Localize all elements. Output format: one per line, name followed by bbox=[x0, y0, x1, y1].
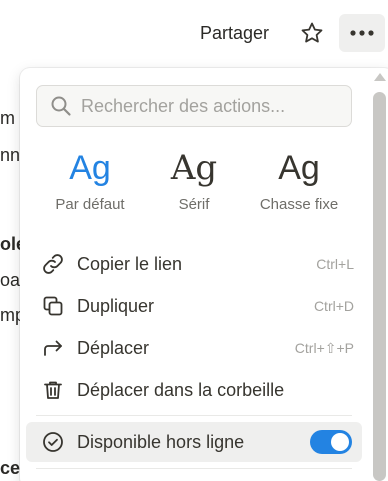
top-bar: Partager bbox=[0, 14, 388, 52]
toggle-knob bbox=[331, 433, 349, 451]
doc-text-line: m bbox=[0, 108, 15, 128]
doc-text-line: ce bbox=[0, 458, 21, 478]
more-horizontal-icon bbox=[350, 30, 374, 36]
move-to-trash-item[interactable]: Déplacer dans la corbeille bbox=[26, 370, 362, 410]
offline-available-label: Disponible hors ligne bbox=[77, 431, 245, 452]
move-to-trash-label: Déplacer dans la corbeille bbox=[77, 379, 285, 400]
duplicate-shortcut: Ctrl+D bbox=[313, 298, 354, 314]
copy-link-label: Copier le lien bbox=[77, 253, 183, 274]
menu-scrollbar-thumb[interactable] bbox=[373, 92, 386, 481]
font-option-mono[interactable]: Ag Chasse fixe bbox=[249, 146, 349, 213]
font-option-serif[interactable]: Ag Sérif bbox=[144, 146, 244, 213]
font-style-picker: Ag Par défaut Ag Sérif Ag Chasse fixe bbox=[40, 146, 340, 226]
action-search-box[interactable] bbox=[36, 85, 352, 127]
doc-text-line: nn bbox=[0, 145, 21, 165]
check-circle-icon bbox=[26, 430, 72, 454]
menu-divider bbox=[36, 468, 352, 469]
offline-available-item[interactable]: Disponible hors ligne bbox=[26, 422, 362, 462]
font-sample-default: Ag bbox=[69, 149, 111, 187]
move-shortcut: Ctrl+⇧+P bbox=[294, 339, 354, 356]
duplicate-label: Dupliquer bbox=[77, 295, 155, 316]
scroll-up-arrow-icon[interactable] bbox=[374, 73, 386, 81]
favorite-button[interactable] bbox=[296, 18, 328, 48]
font-label-mono: Chasse fixe bbox=[259, 196, 339, 213]
search-icon bbox=[37, 95, 81, 117]
link-icon bbox=[26, 252, 72, 276]
menu-divider bbox=[36, 415, 352, 416]
page: m nn ole oac mp ce Partager Rechercher d… bbox=[0, 0, 388, 481]
offline-toggle[interactable] bbox=[310, 430, 352, 454]
font-label-default: Par défaut bbox=[55, 196, 125, 213]
page-actions-menu: Ag Par défaut Ag Sérif Ag Chasse fixe Co… bbox=[20, 68, 388, 481]
font-sample-serif: Ag bbox=[170, 148, 218, 188]
move-label: Déplacer bbox=[77, 337, 150, 358]
move-arrow-icon bbox=[26, 336, 72, 360]
copy-link-shortcut: Ctrl+L bbox=[316, 256, 354, 272]
font-label-serif: Sérif bbox=[178, 196, 210, 213]
duplicate-icon bbox=[26, 294, 72, 318]
font-sample-mono: Ag bbox=[278, 149, 320, 187]
copy-link-item[interactable]: Copier le lien Ctrl+L bbox=[26, 244, 362, 284]
star-icon bbox=[301, 22, 323, 43]
move-item[interactable]: Déplacer Ctrl+⇧+P bbox=[26, 328, 362, 368]
trash-icon bbox=[26, 378, 72, 402]
font-option-default[interactable]: Ag Par défaut bbox=[40, 146, 140, 213]
more-options-button[interactable] bbox=[339, 14, 385, 52]
action-search-input[interactable] bbox=[81, 95, 341, 117]
share-button[interactable]: Partager bbox=[194, 18, 275, 48]
duplicate-item[interactable]: Dupliquer Ctrl+D bbox=[26, 286, 362, 326]
